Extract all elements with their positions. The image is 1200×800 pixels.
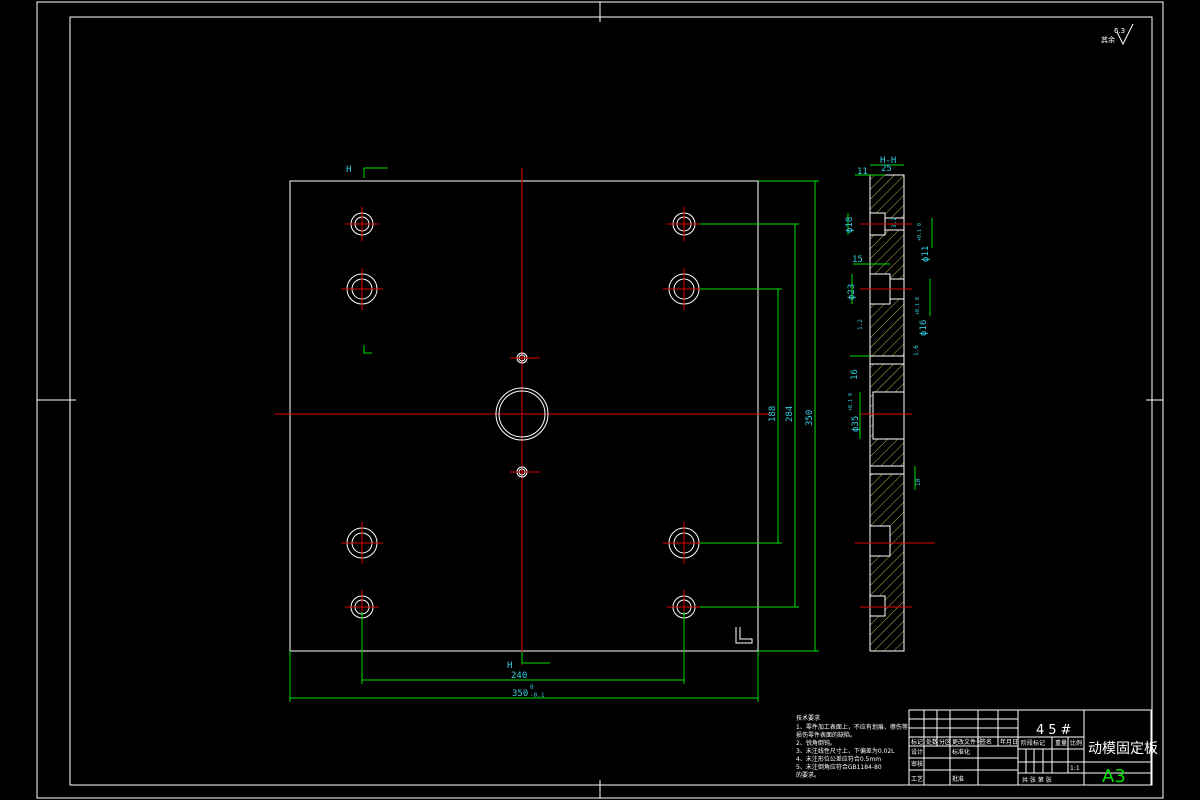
title-block-row-label: 分区 [939,738,951,746]
title-block-row-label: 签名 [980,738,992,746]
note-line: 的要求。 [796,771,820,779]
note-line: 损伤零件表面的缺陷。 [796,731,856,739]
dim-11: 11 [857,167,868,177]
label-weight: 重量 [1055,739,1067,747]
svg-text:H: H [507,661,512,671]
note-line: 5、未注倒角应符合GB1184-80 [796,763,882,771]
roughness-32: 3.2 [891,217,898,228]
dim-10: 10 [915,478,922,486]
title-block-row-label: 年月日 [1000,738,1018,746]
label-process: 工艺 [911,775,923,783]
scale-value: 1:1 [1070,765,1080,772]
note-line: 1、零件加工表面上，不应有划痕、擦伤等 [796,723,908,731]
dim-240: 240 [511,671,527,681]
cad-drawing: 其余 6.3 H H 240 350 0 -0.1 188 284 350 H-… [36,1,1164,799]
sheet-count: 共 张 第 张 [1022,776,1052,784]
dim-350: 350 [512,689,528,699]
title-block-row-label: 标记 [911,738,923,746]
dim-thickness: 25 [881,164,892,174]
title-block-row-label: 处数 [926,738,938,746]
centering-marks [37,2,1163,798]
dim-dia-35-tolerance: +0.1 0 [848,393,854,411]
inner-border [69,16,1153,786]
title-block-labels: 标记 处数 分区 更改文件号签名 年月日 [911,738,1018,746]
drawing-title: 动模固定板 [1088,741,1158,757]
dim-dia-35: ϕ35 [851,416,861,432]
note-line: 3、未注线性尺寸上，下偏差为0.02L [796,747,895,755]
svg-text:6.3: 6.3 [1114,27,1125,35]
outer-border [36,1,1164,799]
dim-188: 188 [768,406,778,422]
label-standardize: 标准化 [952,748,970,756]
sheet-size: A3 [1102,766,1126,787]
dim-15: 15 [852,255,863,265]
svg-text:其余: 其余 [1101,35,1115,44]
plate-front-view [275,168,770,665]
tol-upper: 0 [530,684,534,691]
dim-dia-11: ϕ11 [921,246,931,262]
technical-notes: 技术要求 1、零件加工表面上，不应有划痕、擦伤等 损伤零件表面的缺陷。2、锐角倒… [796,714,908,779]
dim-dia-23: ϕ23 [847,284,857,300]
roughness-12: 1.2 [857,319,864,330]
dimension-lines [289,180,819,702]
dim-350-vertical: 350 [805,410,815,426]
material: 45# [1036,723,1075,738]
label-review: 审核 [911,760,923,768]
dim-dia-11-tolerance: +0.1 0 [917,223,923,241]
tol-lower: -0.1 [530,692,545,699]
section-marks: H H [346,165,550,671]
note-line: 4、未注形位公差应符合0.5mm [796,755,881,763]
svg-text:技术要求: 技术要求 [796,714,820,722]
dim-dia-16-tolerance: +0.1 0 [915,297,921,315]
label-scale: 比例 [1070,739,1082,747]
label-design: 设计 [911,748,923,756]
title-block-row-label: 更改文件号 [952,738,982,746]
note-line: 2、锐角倒钝。 [796,739,836,747]
roughness-16: 1.6 [913,345,920,356]
dim-dia-16: ϕ16 [919,320,929,336]
svg-text:H: H [346,165,351,175]
roughness-symbol: 其余 6.3 [1101,23,1134,46]
label-stage: 阶段标记 [1021,739,1045,747]
label-approve: 批准 [952,775,964,783]
dim-284: 284 [785,406,795,422]
dim-dia-18: ϕ18 [845,217,855,233]
dim-16: 16 [850,369,860,380]
